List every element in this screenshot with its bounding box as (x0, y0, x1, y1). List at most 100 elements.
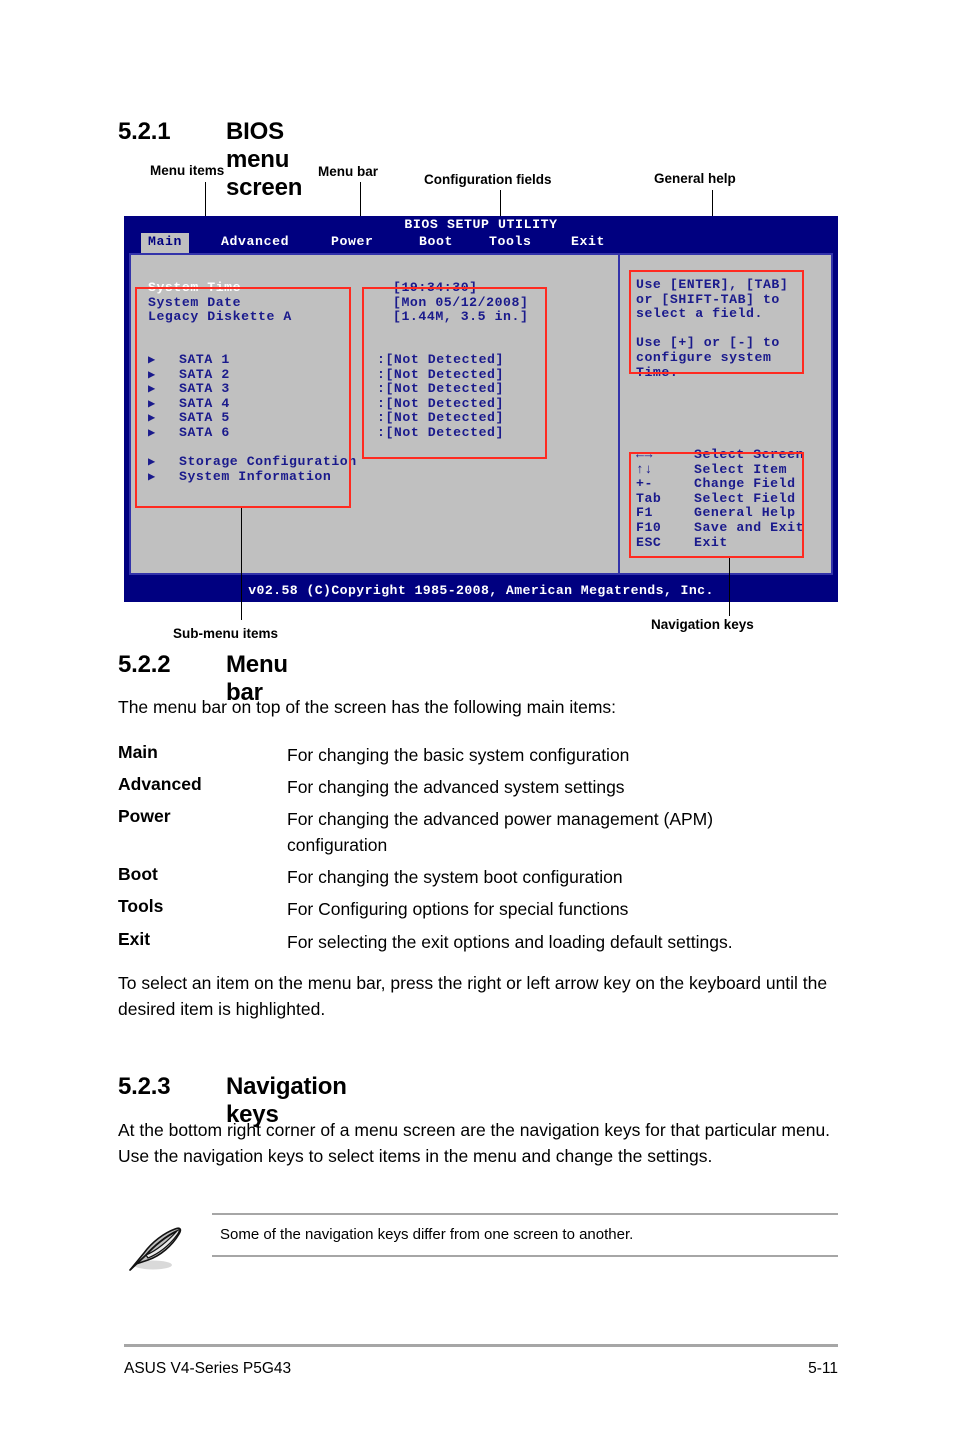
nav-key-change-field-glyph: +- (636, 476, 653, 492)
section-number: 5.2.1 (118, 118, 171, 145)
submenu-arrow-icon: ▶ (148, 396, 156, 411)
bios-body: System Time System Date Legacy Diskette … (129, 253, 833, 575)
leader-navigation-keys (729, 558, 730, 616)
bios-drive-value-sata-4[interactable]: :[Not Detected] (377, 396, 504, 412)
definition-desc-boot: For changing the system boot configurati… (287, 867, 623, 887)
nav-key-select-field-glyph: Tab (636, 490, 662, 506)
bios-tab-exit[interactable]: Exit (564, 233, 612, 253)
bios-drive-name-sata-3[interactable]: SATA 3 (179, 382, 230, 397)
bios-drive-value-sata-2[interactable]: :[Not Detected] (377, 367, 504, 383)
bios-help-panel: Use [ENTER], [TAB] or [SHIFT-TAB] to sel… (620, 255, 831, 573)
bios-menu-bar: Main Advanced Power Boot Tools Exit (124, 233, 838, 253)
definition-term-advanced: Advanced (118, 774, 202, 794)
callout-configuration-fields: Configuration fields (424, 172, 552, 187)
menu-bar-definition-list: Main For changing the basic system confi… (118, 742, 838, 961)
nav-key-exit-label: Exit (694, 534, 728, 550)
submenu-arrow-icon: ▶ (148, 469, 156, 484)
nav-key-change-field-label: Change Field (694, 476, 796, 492)
submenu-arrow-icon: ▶ (148, 455, 156, 469)
bios-setting-name-system-time[interactable]: System Time (148, 280, 241, 296)
bios-drive-name-sata-6[interactable]: SATA 6 (179, 425, 230, 441)
submenu-arrow-icon: ▶ (148, 382, 156, 397)
definition-row: Exit For selecting the exit options and … (118, 929, 838, 961)
bios-drive-value-sata-3[interactable]: :[Not Detected] (377, 382, 504, 397)
bios-drive-name-sata-2[interactable]: SATA 2 (179, 367, 230, 383)
definition-row: Boot For changing the system boot config… (118, 864, 838, 896)
bios-setting-name-legacy-diskette-a[interactable]: Legacy Diskette A (148, 310, 292, 325)
bios-setting-value-system-time[interactable]: [19:34:30] (393, 280, 478, 296)
callout-menu-bar: Menu bar (318, 164, 379, 179)
nav-key-select-field-label: Select Field (694, 490, 796, 506)
document-page: 5.2.1 BIOS menu screen Menu items Menu b… (0, 0, 954, 1438)
bios-drive-name-sata-4[interactable]: SATA 4 (179, 396, 230, 412)
bios-help-line-6: Time. (636, 364, 679, 380)
nav-key-select-screen-glyph: ←→ (636, 447, 653, 462)
bios-submenu-system-information[interactable]: System Information (179, 469, 331, 485)
definition-term-boot: Boot (118, 864, 158, 884)
note-quill-icon (122, 1211, 186, 1273)
bios-help-line-5: configure system (636, 350, 772, 365)
submenu-arrow-icon: ▶ (148, 367, 156, 382)
bios-setup-screen: BIOS SETUP UTILITY Main Advanced Power B… (124, 216, 838, 602)
section-number: 5.2.2 (118, 651, 171, 678)
bios-submenu-storage-configuration[interactable]: Storage Configuration (179, 454, 357, 470)
section-number: 5.2.3 (118, 1073, 171, 1100)
bios-help-line-1: Use [ENTER], [TAB] (636, 277, 789, 292)
bios-tab-advanced[interactable]: Advanced (214, 233, 296, 253)
bios-help-line-3: select a field. (636, 306, 763, 322)
definition-term-power: Power (118, 806, 171, 826)
bios-drive-value-sata-6[interactable]: :[Not Detected] (377, 425, 504, 441)
nav-key-select-item-glyph: ↑↓ (636, 461, 653, 477)
definition-desc-exit: For selecting the exit options and loadi… (287, 932, 733, 952)
definition-row: Power For changing the advanced power ma… (118, 806, 838, 864)
leader-sub-menu-items (241, 508, 242, 620)
nav-key-select-item-label: Select Item (694, 461, 788, 477)
bios-help-line-2: or [SHIFT-TAB] to (636, 291, 780, 307)
menu-bar-intro: The menu bar on top of the screen has th… (118, 697, 617, 717)
bios-drive-value-sata-5[interactable]: :[Not Detected] (377, 411, 504, 426)
definition-row: Advanced For changing the advanced syste… (118, 774, 838, 806)
bios-drive-name-sata-1[interactable]: SATA 1 (179, 352, 230, 368)
callout-general-help: General help (654, 171, 736, 186)
definition-desc-main: For changing the basic system configurat… (287, 745, 630, 765)
footer-page-number: 5-11 (808, 1360, 838, 1377)
callout-navigation-keys: Navigation keys (651, 617, 754, 632)
note-top-rule (212, 1213, 838, 1215)
definition-term-exit: Exit (118, 929, 151, 949)
bios-title: BIOS SETUP UTILITY (404, 217, 558, 232)
bios-setting-value-system-date[interactable]: [Mon 05/12/2008] (393, 295, 528, 311)
note-text: Some of the navigation keys differ from … (220, 1226, 634, 1243)
bios-tab-tools[interactable]: Tools (482, 233, 539, 253)
bios-setting-name-system-date[interactable]: System Date (148, 295, 241, 311)
bios-drive-name-sata-5[interactable]: SATA 5 (179, 411, 230, 426)
definition-desc-power: For changing the advanced power manageme… (287, 809, 714, 855)
bios-setting-value-legacy-diskette-a[interactable]: [1.44M, 3.5 in.] (393, 310, 528, 325)
definition-desc-tools: For Configuring options for special func… (287, 899, 629, 919)
menu-bar-outro: To select an item on the menu bar, press… (118, 973, 828, 1019)
section-title: BIOS menu screen (226, 118, 303, 201)
definition-desc-advanced: For changing the advanced system setting… (287, 777, 625, 797)
nav-key-select-screen-label: Select Screen (694, 447, 805, 462)
submenu-arrow-icon: ▶ (148, 353, 156, 367)
note-bottom-rule (212, 1255, 838, 1257)
navigation-keys-paragraph: At the bottom right corner of a menu scr… (118, 1120, 831, 1166)
nav-key-general-help-label: General Help (694, 505, 796, 521)
footer-product-name: ASUS V4-Series P5G43 (124, 1360, 292, 1377)
definition-term-main: Main (118, 742, 158, 762)
bios-tab-main[interactable]: Main (141, 233, 190, 253)
nav-key-general-help-glyph: F1 (636, 505, 653, 521)
definition-row: Tools For Configuring options for specia… (118, 896, 838, 929)
bios-settings-panel: System Time System Date Legacy Diskette … (131, 255, 620, 573)
definition-term-tools: Tools (118, 896, 164, 916)
definition-row: Main For changing the basic system confi… (118, 742, 838, 774)
nav-key-exit-glyph: ESC (636, 534, 662, 550)
nav-key-save-and-exit-label: Save and Exit (694, 520, 805, 535)
bios-drive-value-sata-1[interactable]: :[Not Detected] (377, 352, 504, 368)
bios-tab-boot[interactable]: Boot (412, 233, 460, 253)
submenu-arrow-icon: ▶ (148, 411, 156, 426)
bios-copyright: v02.58 (C)Copyright 1985-2008, American … (248, 583, 714, 599)
footer-rule (124, 1344, 838, 1347)
nav-key-save-and-exit-glyph: F10 (636, 520, 662, 535)
callout-sub-menu-items: Sub-menu items (173, 626, 279, 641)
bios-tab-power[interactable]: Power (324, 233, 381, 253)
